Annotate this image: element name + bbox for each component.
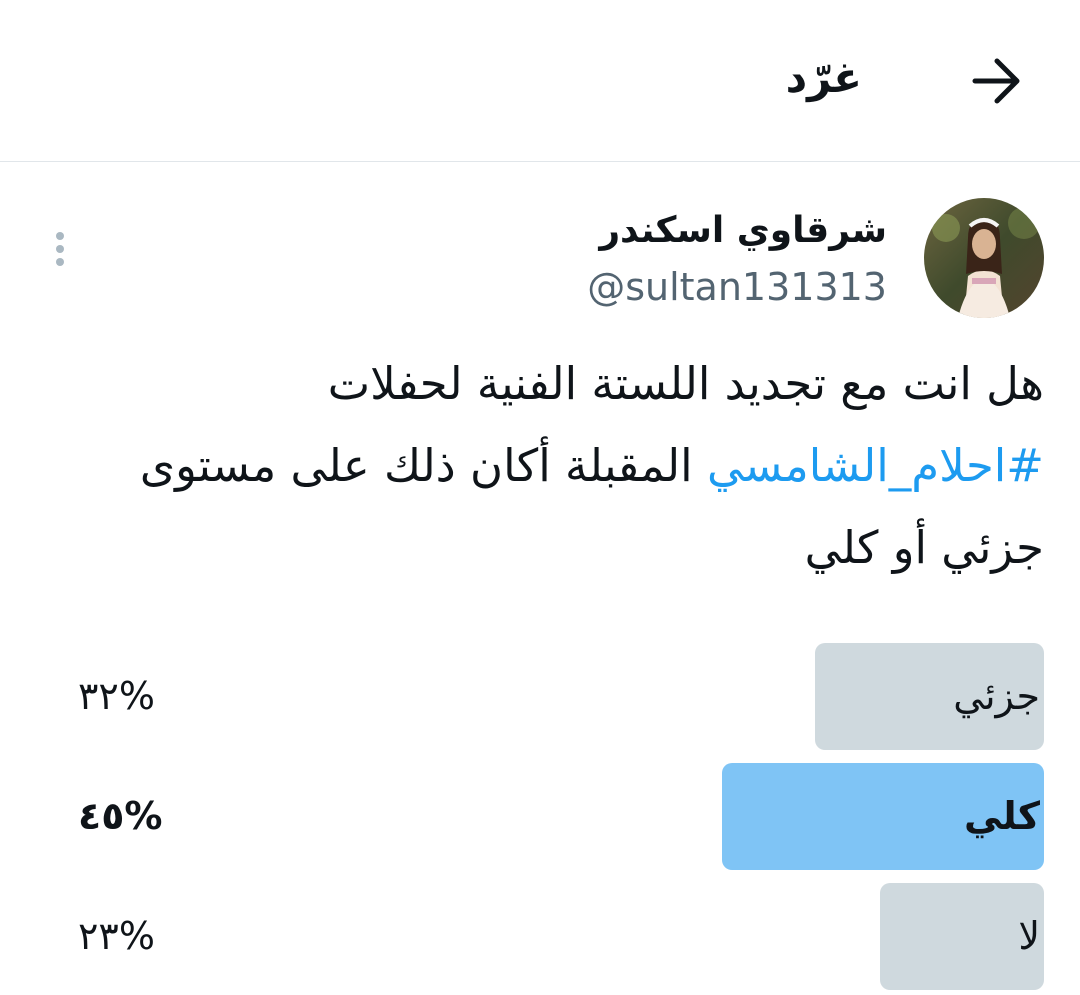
tweet-text-part1: هل انت مع تجديد اللستة الفنية لحفلات (327, 357, 1044, 410)
poll-option-percent: %٢٣ (78, 914, 155, 958)
top-bar: غرّد (0, 0, 1080, 162)
more-vertical-icon (56, 245, 64, 253)
hashtag-link[interactable]: #احلام_الشامسي (707, 439, 1044, 492)
poll-option-percent: %٤٥ (78, 794, 163, 838)
tweet-text: هل انت مع تجديد اللستة الفنية لحفلات #اح… (84, 343, 1044, 589)
more-vertical-icon (56, 258, 64, 266)
more-vertical-icon (56, 232, 64, 240)
more-options-button[interactable] (40, 222, 80, 276)
avatar[interactable] (924, 198, 1044, 318)
poll-option-percent: %٣٢ (78, 674, 155, 718)
poll-option-label: كلي (963, 794, 1040, 838)
page-title: غرّد (785, 53, 862, 102)
author-handle[interactable]: @sultan131313 (587, 260, 887, 314)
author-name[interactable]: شرقاوي اسكندر (599, 204, 887, 258)
arrow-right-icon (972, 58, 1020, 104)
poll-option-label: جزئي (953, 674, 1040, 718)
back-button[interactable] (962, 46, 1032, 116)
poll-option-label: لا (1018, 914, 1040, 958)
